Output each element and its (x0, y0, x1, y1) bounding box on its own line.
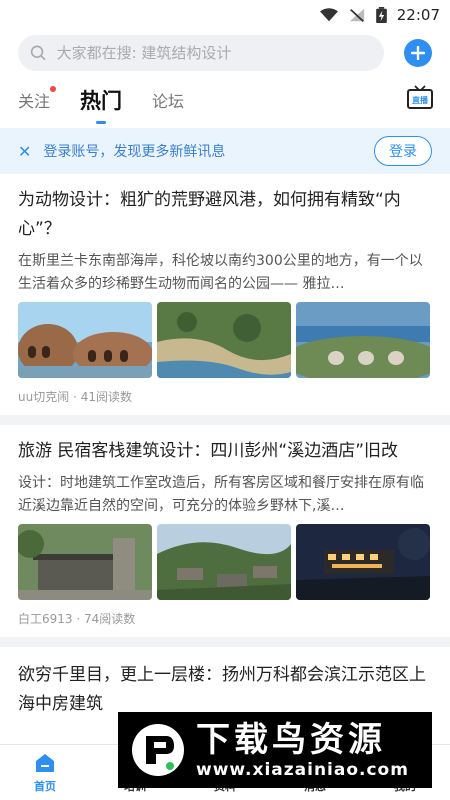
battery-icon (375, 7, 387, 23)
article-image[interactable] (157, 524, 291, 600)
bird-logo-icon (132, 724, 184, 776)
article-card[interactable]: 为动物设计：粗犷的荒野避风港，如何拥有精致“内心”？ 在斯里兰卡东南部海岸，科伦… (0, 174, 450, 425)
article-thumbnails (18, 524, 432, 600)
live-label: 直播 (412, 95, 429, 105)
home-icon (36, 754, 54, 772)
login-prompt-bar: ✕ 登录账号，发现更多新鲜讯息 登录 (0, 128, 450, 174)
article-image[interactable] (18, 524, 152, 600)
article-thumbnails (18, 302, 432, 378)
meta-separator: · (73, 390, 77, 404)
article-title[interactable]: 欲穷千里目，更上一层楼：扬州万科都会滨江示范区上海中房建筑 (18, 661, 432, 719)
login-button[interactable]: 登录 (374, 136, 432, 166)
article-title[interactable]: 为动物设计：粗犷的荒野避风港，如何拥有精致“内心”？ (18, 186, 432, 244)
login-prompt-text: 登录账号，发现更多新鲜讯息 (43, 144, 226, 160)
nav-home[interactable]: 首页 (0, 745, 90, 800)
article-card[interactable]: 旅游 民宿客栈建筑设计：四川彭州“溪边酒店”旧改 设计：时地建筑工作室改造后，所… (0, 425, 450, 647)
tab-hot[interactable]: 热门 (80, 85, 122, 115)
article-reads: 74阅读数 (84, 612, 136, 626)
search-row (0, 30, 450, 76)
article-summary: 设计：时地建筑工作室改造后，所有客房区域和餐厅安排在原有临近溪边靠近自然的空间，… (18, 475, 424, 514)
article-meta: uu切克闹 · 41阅读数 (18, 388, 432, 405)
search-bar[interactable] (18, 35, 384, 71)
no-signal-icon (349, 8, 364, 22)
top-tabs: 关注 热门 论坛 直播 (0, 76, 450, 124)
plus-icon (411, 46, 425, 60)
status-bar: 22:07 (0, 0, 450, 30)
article-image[interactable] (18, 302, 152, 378)
meta-separator: · (76, 612, 81, 626)
live-tv-icon[interactable]: 直播 (406, 84, 434, 112)
article-author[interactable]: 白工6913 (18, 612, 73, 626)
close-icon[interactable]: ✕ (18, 142, 31, 161)
article-meta: 白工6913 · 74阅读数 (18, 610, 432, 627)
add-button[interactable] (404, 39, 432, 67)
article-reads: 41阅读数 (80, 390, 132, 404)
article-image[interactable] (296, 302, 430, 378)
watermark: 下载鸟资源 www.xiazainiao.com (118, 712, 432, 788)
tab-forum[interactable]: 论坛 (152, 88, 184, 112)
article-summary: 在斯里兰卡东南部海岸，科伦坡以南约300公里的地方，有一个以生活着众多的珍稀野生… (18, 253, 423, 292)
nav-label: 首页 (34, 780, 56, 793)
article-title[interactable]: 旅游 民宿客栈建筑设计：四川彭州“溪边酒店”旧改 (18, 437, 432, 466)
article-image[interactable] (157, 302, 291, 378)
article-author[interactable]: uu切克闹 (18, 390, 69, 404)
search-icon (30, 45, 46, 61)
watermark-title: 下载鸟资源 (196, 720, 386, 760)
search-input[interactable] (56, 44, 372, 62)
clock: 22:07 (396, 6, 440, 24)
notification-dot (50, 86, 57, 92)
tab-follow-label: 关注 (18, 92, 51, 111)
watermark-url: www.xiazainiao.com (196, 760, 409, 780)
tab-follow[interactable]: 关注 (18, 86, 57, 112)
article-image[interactable] (296, 524, 430, 600)
wifi-icon (319, 8, 338, 22)
